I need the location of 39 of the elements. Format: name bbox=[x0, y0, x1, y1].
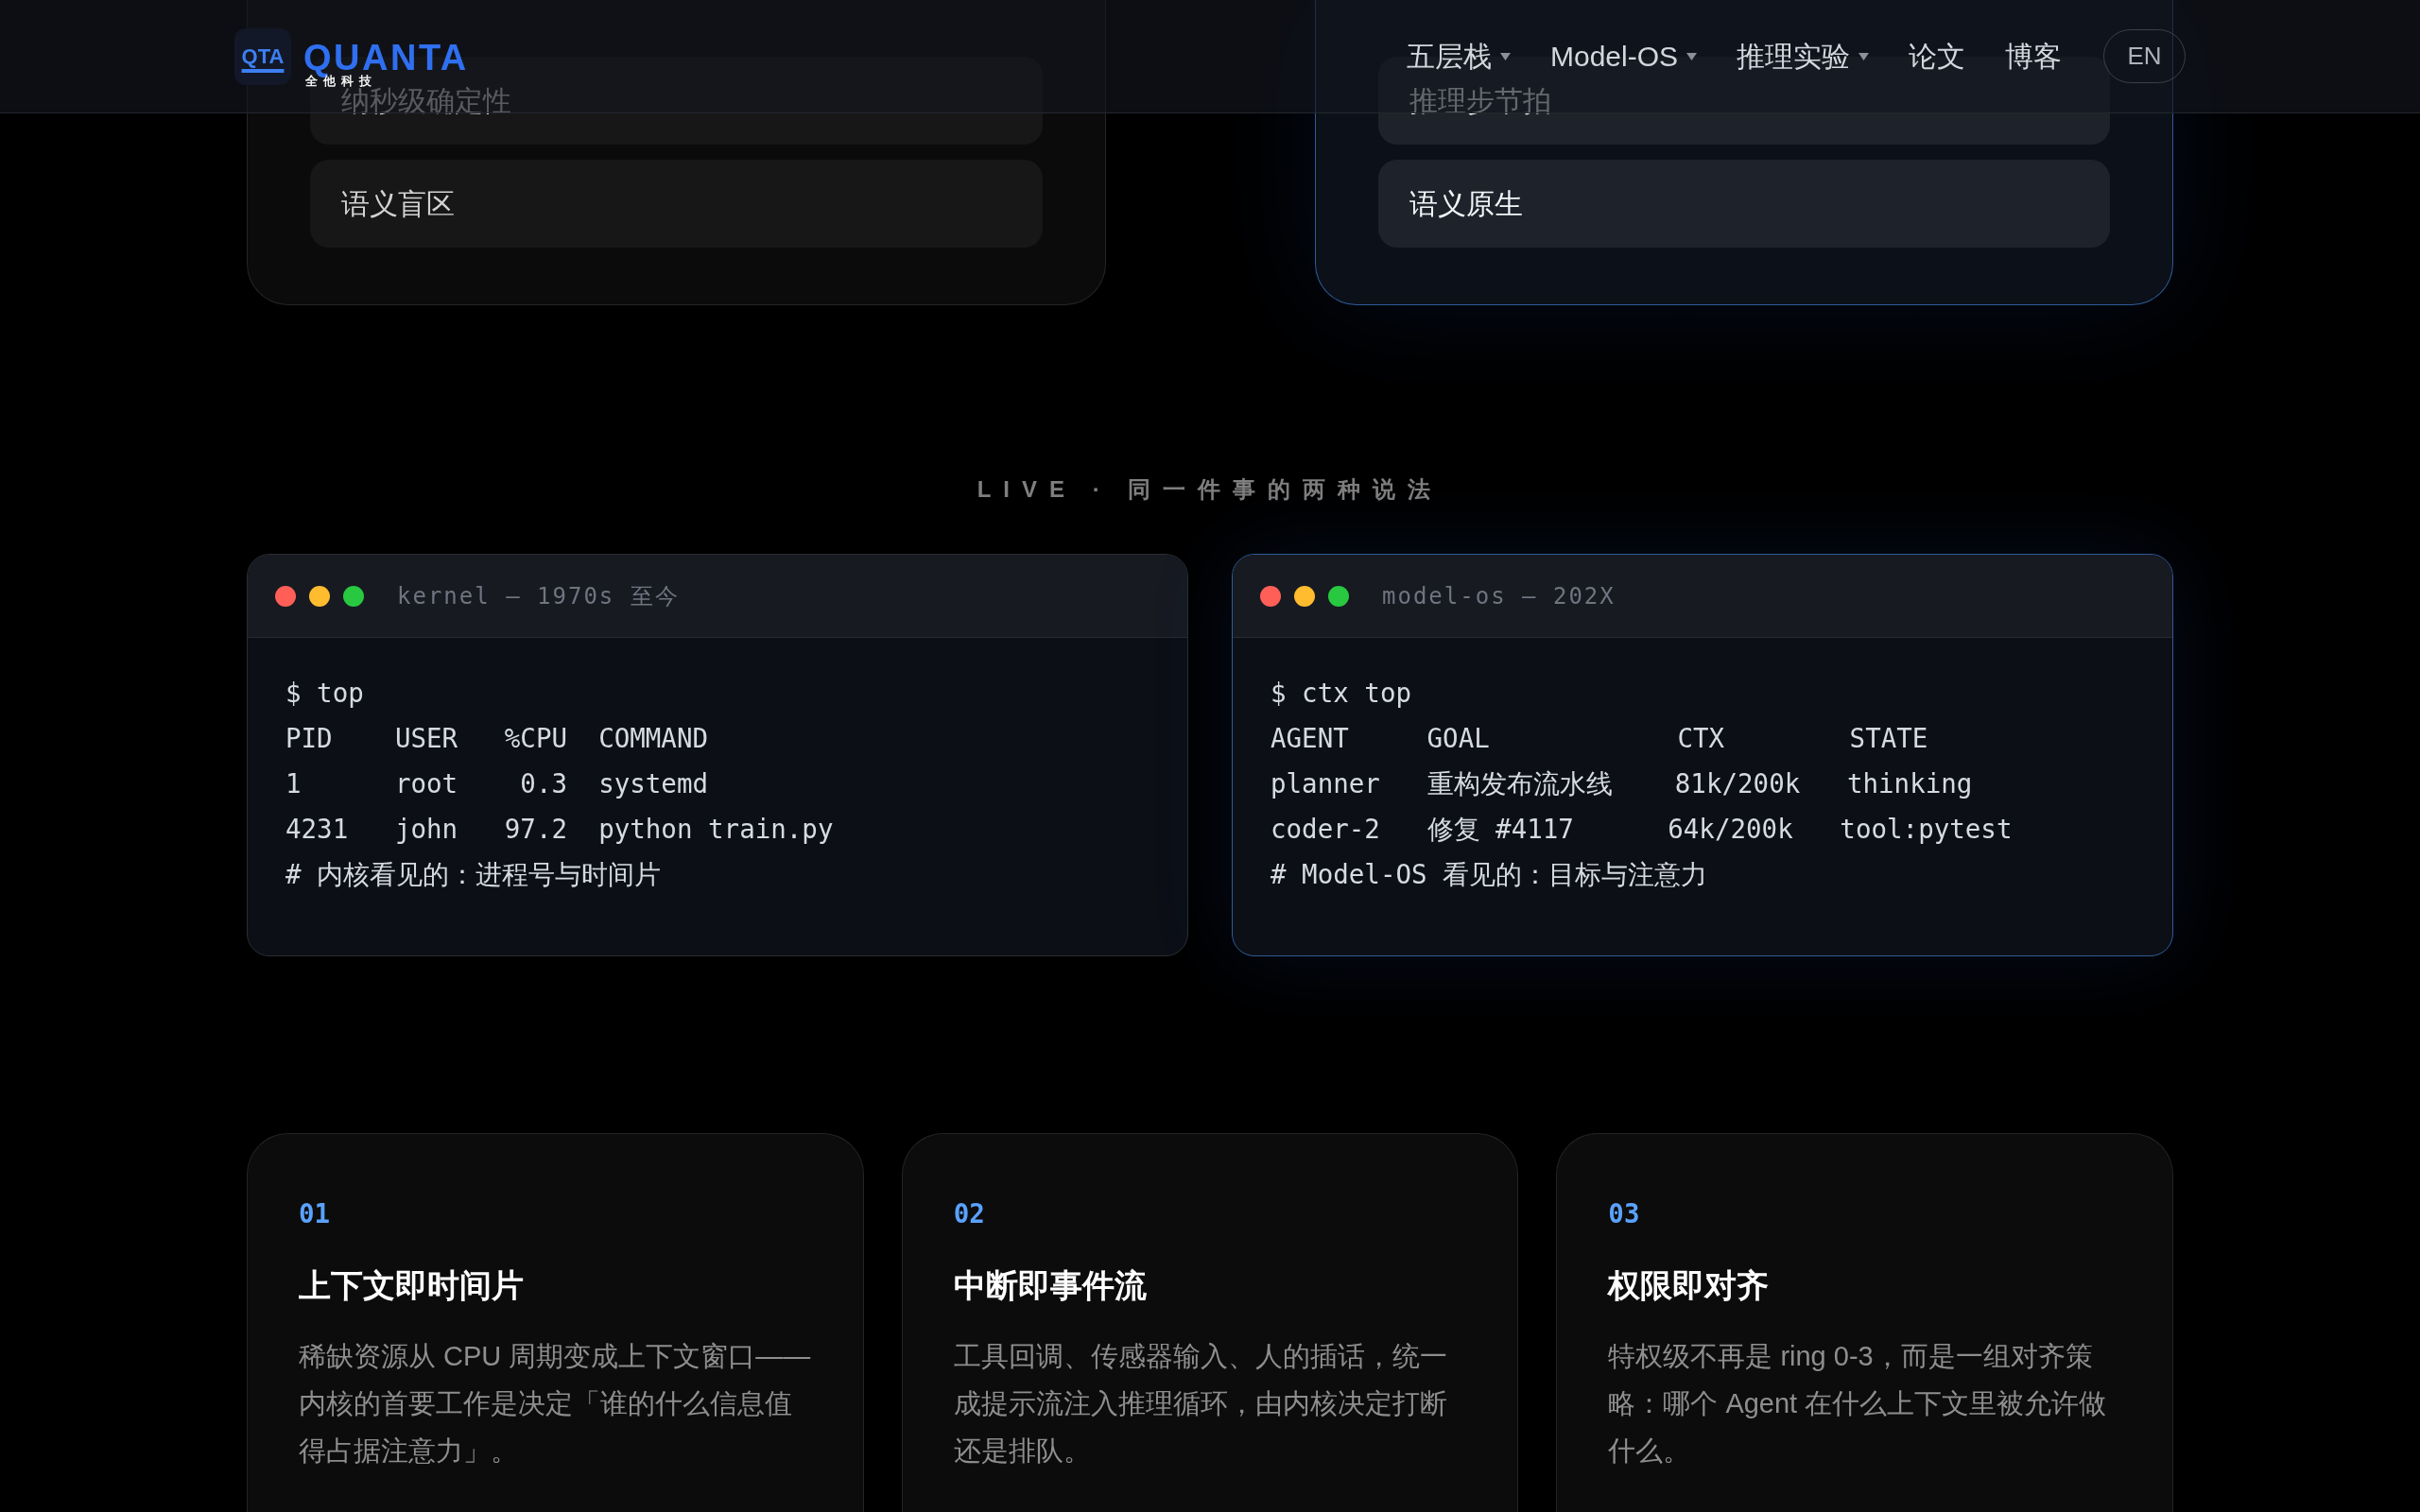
window-zoom-icon bbox=[343, 585, 364, 607]
card-title: 中断即事件流 bbox=[953, 1266, 1147, 1305]
comparison-item: 语义盲区 bbox=[341, 190, 455, 217]
card-description: 工具回调、传感器输入、人的插话，统一成提示流注入推理循环，由内核决定打断还是排队。 bbox=[953, 1340, 1448, 1468]
nav-link[interactable]: Model-OS bbox=[1549, 37, 1697, 76]
nav-link[interactable]: 推理实验 bbox=[1737, 37, 1869, 76]
terminal-title: model-os — 202X bbox=[1382, 581, 1616, 611]
card-title: 权限即对齐 bbox=[1608, 1266, 1770, 1305]
terminal-line: $ ctx top bbox=[1270, 677, 1411, 710]
window-close-icon bbox=[275, 585, 296, 607]
card-description: 特权级不再是 ring 0-3，而是一组对齐策略：哪个 Agent 在什么上下文里被允许做什么。 bbox=[1608, 1340, 2108, 1468]
terminal-line: AGENT GOAL CTX STATE bbox=[1270, 722, 1928, 755]
section-label: LIVE · 同一件事的两种说法 bbox=[977, 475, 1443, 504]
window-minimize-icon bbox=[309, 585, 330, 607]
caret-icon bbox=[1858, 52, 1869, 60]
window-zoom-icon bbox=[1328, 585, 1349, 607]
nav-link[interactable]: 博客 bbox=[2005, 37, 2062, 76]
nav-link[interactable]: 论文 bbox=[1909, 37, 1965, 76]
caret-icon bbox=[1686, 52, 1697, 60]
terminal-title: kernel — 1970s 至今 bbox=[397, 581, 680, 611]
terminal-line: planner 重构发布流水线 81k/200k thinking bbox=[1270, 767, 1973, 800]
card-description: 稀缺资源从 CPU 周期变成上下文窗口——内核的首要工作是决定「谁的什么信息值得占据注意力」。 bbox=[299, 1340, 812, 1468]
terminal-line: coder-2 修复 #4117 64k/200k tool:pytest bbox=[1270, 813, 2013, 846]
terminal-line: # Model-OS 看见的：目标与注意力 bbox=[1270, 858, 1708, 891]
card-title: 上下文即时间片 bbox=[299, 1266, 524, 1305]
caret-icon bbox=[1499, 52, 1511, 60]
card-number: 01 bbox=[299, 1197, 331, 1230]
terminal-line: PID USER %CPU COMMAND bbox=[285, 722, 709, 755]
card-number: 03 bbox=[1608, 1197, 1640, 1230]
window-close-icon bbox=[1260, 585, 1281, 607]
nav-link[interactable]: 五层栈 bbox=[1406, 37, 1511, 76]
terminal-line: # 内核看见的：进程号与时间片 bbox=[285, 858, 662, 891]
terminal-line: 1 root 0.3 systemd bbox=[285, 767, 709, 800]
window-minimize-icon bbox=[1294, 585, 1315, 607]
card-number: 02 bbox=[953, 1197, 985, 1230]
comparison-item: 语义原生 bbox=[1409, 190, 1523, 217]
terminal-line: $ top bbox=[285, 677, 364, 710]
logo-badge: QTA bbox=[234, 27, 291, 85]
terminal-line: 4231 john 97.2 python train.py bbox=[285, 813, 834, 846]
